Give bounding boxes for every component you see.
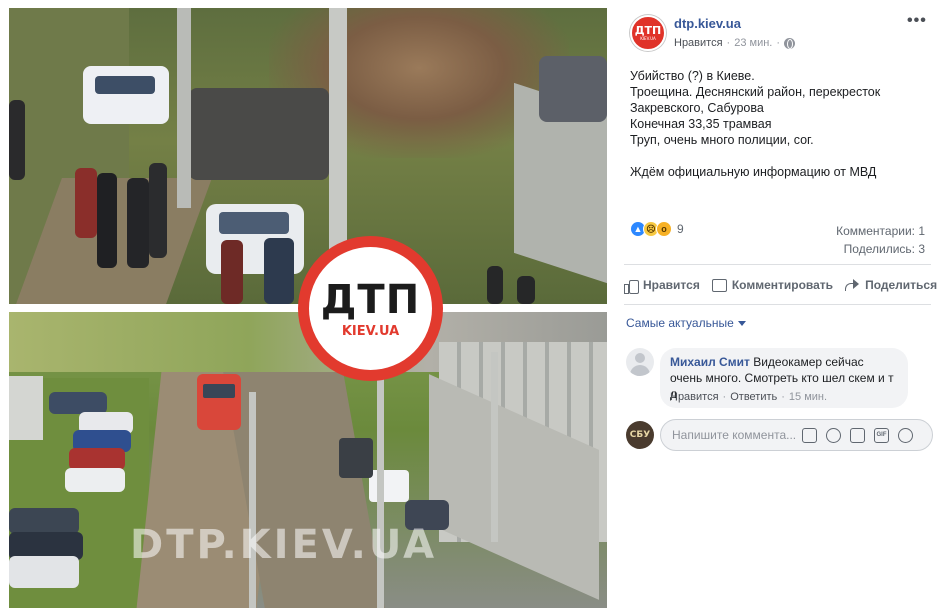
utility-pole [377, 372, 384, 608]
reactions-summary[interactable]: ▲ ☹ o 9 [630, 221, 684, 237]
page-name-link[interactable]: dtp.kiev.ua [674, 16, 741, 31]
post-text-line: Закревского, Сабурова [630, 101, 764, 115]
dtp-logo: ДТП KIEV.UA [298, 236, 443, 381]
share-button[interactable]: Поделиться [845, 278, 937, 292]
person [9, 100, 25, 180]
car-window [95, 76, 155, 94]
parked-car [49, 392, 107, 414]
post-timestamp[interactable]: 23 мин. [734, 37, 772, 49]
sort-label: Самые актуальные [626, 316, 734, 330]
logo-main-text: ДТП [320, 277, 421, 323]
emoji-icon[interactable] [826, 427, 841, 443]
comments-count-link[interactable]: Комментарии: 1 [836, 224, 925, 238]
person [264, 238, 294, 304]
garage [9, 376, 43, 440]
post-panel: ДТП KIEV.UA dtp.kiev.ua Нравится · 23 ми… [614, 0, 939, 611]
post-text-line: Троещина. Деснянский район, перекресток [630, 85, 881, 99]
tram-window [203, 384, 235, 398]
comment-input-tools: GIF [802, 427, 913, 443]
chevron-down-icon [737, 320, 746, 326]
wow-reaction-icon: o [656, 221, 672, 237]
comment-meta: Нравится · Ответить · 15 мин. [670, 391, 827, 403]
utility-pole [177, 8, 191, 208]
comment-meta-separator: · [722, 391, 727, 403]
like-button-label: Нравится [643, 278, 700, 292]
reaction-count[interactable]: 9 [677, 222, 684, 236]
comment-button[interactable]: Комментировать [711, 278, 834, 292]
post-text-line: Труп, очень много полиции, сог. [630, 133, 814, 147]
current-user-avatar[interactable]: СБУ [626, 421, 654, 449]
police-car [83, 66, 169, 124]
share-arrow-icon [845, 279, 860, 291]
person [221, 240, 243, 304]
post-text-line: Конечная 33,35 трамвая [630, 117, 772, 131]
page-avatar[interactable]: ДТП KIEV.UA [630, 15, 666, 51]
parked-car [9, 556, 79, 588]
sticker-icon[interactable] [802, 427, 817, 443]
comment-bubble-icon [711, 278, 727, 292]
person [517, 276, 535, 304]
tram [197, 374, 241, 430]
comment-author-link[interactable]: Михаил Смит [670, 355, 750, 369]
utility-pole [491, 352, 498, 542]
person [487, 266, 503, 304]
post-meta: Нравится · 23 мин. · [674, 37, 796, 49]
comment-sort-dropdown[interactable]: Самые актуальные [626, 316, 746, 330]
parked-car [65, 468, 125, 492]
post-actions-bar: Нравится Комментировать Поделиться [624, 272, 939, 298]
page-like-link[interactable]: Нравится [674, 37, 723, 49]
person [75, 168, 97, 238]
more-options-icon[interactable]: ••• [907, 12, 927, 30]
camera-icon[interactable] [850, 427, 865, 443]
like-button[interactable]: Нравится [624, 278, 700, 294]
parked-car [69, 448, 125, 470]
photo-top[interactable] [9, 8, 607, 304]
logo-sub-text: KIEV.UA [341, 324, 400, 339]
parked-car [539, 56, 607, 122]
comment-input-box[interactable]: GIF [660, 419, 933, 451]
shares-count-link[interactable]: Поделились: 3 [844, 242, 925, 256]
meta-separator: · [726, 37, 731, 49]
dark-van [189, 88, 329, 180]
divider [624, 264, 931, 265]
comment-reply-link[interactable]: Ответить [730, 391, 777, 403]
car-window [219, 212, 289, 234]
avatar-sub: KIEV.UA [640, 36, 656, 41]
parked-car [369, 470, 409, 502]
post-text: Убийство (?) в Киеве. Троещина. Деснянск… [630, 68, 930, 180]
gif-icon[interactable]: GIF [874, 427, 889, 443]
comment-button-label: Комментировать [731, 278, 834, 292]
utility-pole [329, 8, 347, 268]
sticker-face-icon[interactable] [898, 427, 913, 443]
person [149, 163, 167, 258]
comment-timestamp[interactable]: 15 мин. [789, 391, 827, 403]
comment-input[interactable] [672, 428, 798, 442]
parked-car [9, 508, 79, 534]
share-button-label: Поделиться [865, 278, 938, 292]
post-text-line: Убийство (?) в Киеве. [630, 69, 755, 83]
post-photo-collage[interactable]: ДТП KIEV.UA DTP.KIEV.UA [0, 0, 614, 611]
parked-car [339, 438, 373, 478]
person [127, 178, 149, 268]
watermark: DTP.KIEV.UA [130, 522, 438, 568]
avatar-placeholder-head [635, 353, 645, 363]
comment-meta-separator: · [781, 391, 785, 403]
utility-pole [249, 392, 256, 608]
divider [624, 304, 931, 305]
comment-like-link[interactable]: Нравится [670, 391, 719, 403]
separator-dot: · [776, 37, 781, 49]
commenter-avatar[interactable] [626, 348, 654, 376]
avatar-placeholder-body [630, 365, 650, 376]
globe-icon [784, 37, 796, 49]
person [97, 173, 117, 268]
post-text-line: Ждём официальную информацию от МВД [630, 165, 877, 179]
thumbs-up-icon [624, 279, 639, 294]
avatar-text: ДТП [634, 24, 662, 37]
